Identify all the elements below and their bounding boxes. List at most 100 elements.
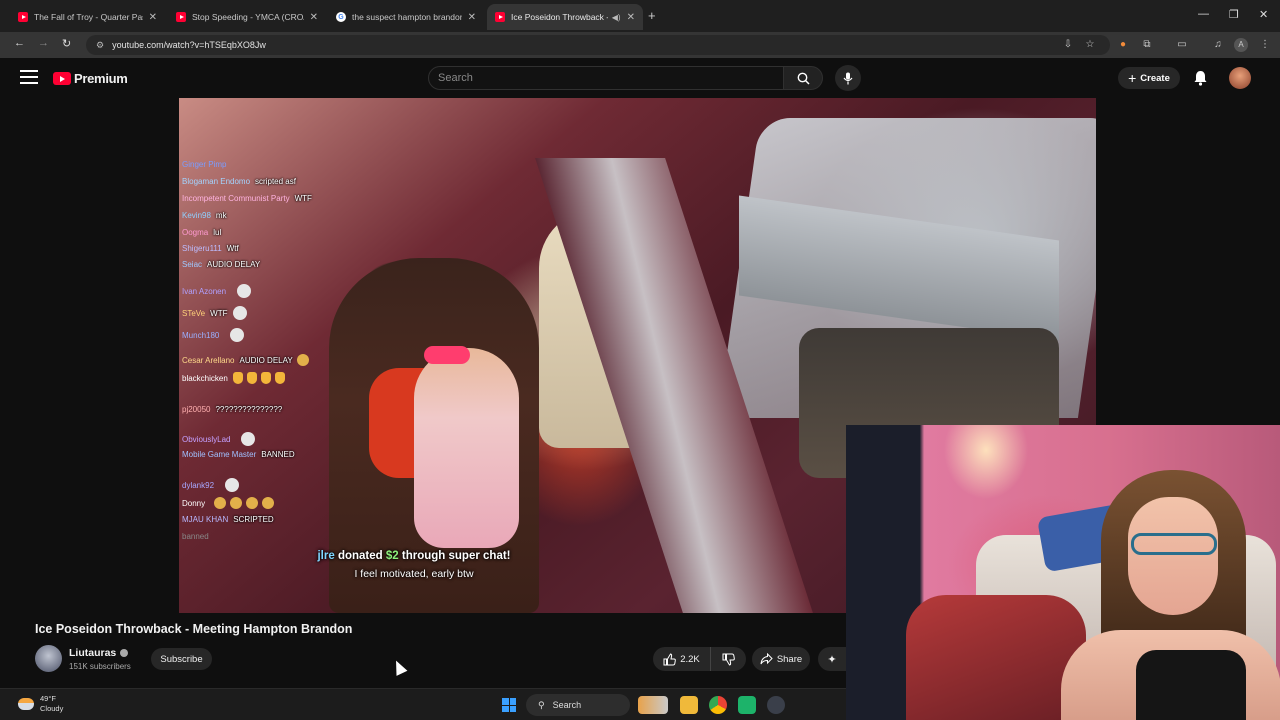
like-count: 2.2K [680, 653, 700, 665]
dislike-button[interactable] [711, 647, 746, 671]
superchat-message: I feel motivated, early btw [354, 568, 474, 580]
subscribe-button[interactable]: Subscribe [151, 648, 212, 670]
settings-gear-icon[interactable] [767, 696, 785, 714]
reload-icon[interactable]: ↻ [62, 37, 71, 50]
chat-message: Incompetent Communist Party WTF [182, 194, 312, 203]
app-icon[interactable] [738, 696, 756, 714]
search-icon: ⚲ [538, 699, 545, 710]
browser-tab[interactable]: Stop Speeding - YMCA (CROAC ✕ [168, 4, 326, 30]
chat-username: pj20050 [182, 405, 211, 414]
search-icon [797, 72, 810, 85]
windows-start-icon[interactable] [502, 698, 516, 712]
address-bar[interactable]: ⚙ youtube.com/watch?v=hTSEqbXO8Jw [86, 35, 1110, 55]
webcam-overlay [846, 425, 1280, 720]
chat-username: Shigeru111 [182, 244, 222, 253]
chat-message: Blogaman Endomo scripted asf [182, 177, 296, 186]
back-icon[interactable]: ← [14, 37, 25, 49]
chat-message: Cesar Arellano AUDIO DELAY [182, 354, 309, 366]
browser-tab-active[interactable]: Ice Poseidon Throwback - N ◀) ✕ [487, 4, 643, 30]
emote-icon [233, 306, 248, 320]
close-tab-icon[interactable]: ✕ [149, 12, 157, 23]
side-panel-icon[interactable]: ▭ [1175, 38, 1189, 52]
notifications-bell-icon[interactable] [1193, 70, 1208, 86]
extensions-puzzle-icon[interactable]: ⧉ [1140, 38, 1154, 52]
taskbar-search[interactable]: ⚲ Search [526, 694, 630, 716]
thumbs-down-icon [722, 653, 735, 666]
hamburger-menu-icon[interactable] [20, 70, 38, 84]
voice-search-button[interactable] [835, 65, 861, 91]
forward-icon[interactable]: → [38, 37, 49, 49]
chat-username: Donny [182, 498, 206, 508]
chat-username: MJAU KHAN [182, 515, 229, 524]
new-tab-button[interactable]: + [648, 8, 656, 23]
superchat-overlay: jlre donated $2 through super chat! I fe… [179, 550, 649, 580]
bookmark-star-icon[interactable]: ☆ [1083, 38, 1097, 52]
extension-icon[interactable]: ● [1116, 38, 1130, 52]
chat-username: STeVe [182, 308, 206, 318]
mouse-cursor-icon [390, 658, 408, 676]
superchat-text: donated [337, 550, 383, 562]
channel-name: Liutauras [69, 647, 117, 659]
chrome-icon[interactable] [709, 696, 727, 714]
tab-title: the suspect hampton brandon [352, 12, 462, 22]
channel-avatar[interactable] [35, 645, 62, 672]
youtube-premium-logo[interactable]: Premium [53, 71, 128, 86]
search-input[interactable]: Search [428, 66, 784, 90]
chat-text: ??????????????? [215, 405, 283, 414]
chat-message: MJAU KHAN SCRIPTED [182, 515, 274, 524]
close-tab-icon[interactable]: ✕ [468, 12, 476, 23]
youtube-icon [495, 12, 505, 22]
chat-username: Oogma [182, 228, 209, 237]
restore-icon[interactable]: ❐ [1229, 8, 1239, 21]
minimize-icon[interactable]: — [1198, 8, 1209, 20]
site-info-icon[interactable]: ⚙ [96, 40, 104, 51]
chat-message: Oogma lul [182, 228, 221, 237]
tab-title: Stop Speeding - YMCA (CROAC [192, 12, 304, 22]
chat-text: lul [213, 228, 222, 237]
more-menu-icon[interactable]: ⋮ [1258, 38, 1272, 52]
chat-text: SCRIPTED [233, 515, 274, 524]
close-tab-icon[interactable]: ✕ [627, 12, 635, 23]
chat-message: pj20050??????????????? [182, 405, 282, 414]
chat-message: Kevin98 mk [182, 211, 227, 220]
chat-username: Cesar Arellano [182, 355, 235, 365]
webcam-glasses [1131, 533, 1217, 555]
clip-button[interactable]: ✦ [818, 647, 846, 671]
video-title: Ice Poseidon Throwback - Meeting Hampton… [35, 622, 353, 636]
file-explorer-icon[interactable] [680, 696, 698, 714]
chat-text: AUDIO DELAY [207, 260, 261, 269]
logo-text: Premium [74, 71, 128, 86]
chat-message: Donny [182, 497, 275, 509]
chat-username: Incompetent Communist Party [182, 194, 290, 203]
face-emoji-icon [262, 497, 275, 509]
youtube-masthead: Premium Search + Create [0, 58, 1280, 98]
search-button[interactable] [783, 66, 823, 90]
weather-temperature: 49°F [40, 694, 56, 703]
superchat-amount: $2 [385, 550, 399, 562]
install-icon[interactable]: ⇩ [1061, 38, 1075, 52]
widgets-icon[interactable] [638, 696, 668, 714]
share-button[interactable]: Share [752, 647, 810, 671]
superchat-text: through super chat! [401, 550, 511, 562]
user-avatar[interactable] [1229, 67, 1251, 89]
video-frame-baby [414, 348, 519, 548]
chat-text: Wtf [226, 244, 239, 253]
chat-text: WTF [210, 308, 228, 318]
video-frame-headband [424, 346, 470, 364]
channel-name-link[interactable]: Liutauras [69, 647, 129, 659]
browser-tab[interactable]: The Fall of Troy - Quarter Past ✕ [10, 4, 165, 30]
weather-condition: Cloudy [40, 704, 64, 713]
weather-widget[interactable]: 49°F Cloudy [18, 694, 63, 714]
close-tab-icon[interactable]: ✕ [310, 12, 318, 23]
browser-tab[interactable]: G the suspect hampton brandon ✕ [328, 4, 484, 30]
tab-title: The Fall of Troy - Quarter Past [34, 12, 143, 22]
chat-username: banned [182, 532, 209, 541]
media-icon[interactable]: ♫ [1211, 38, 1225, 52]
profile-icon[interactable]: A [1234, 38, 1248, 52]
superchat-line: jlre donated $2 through super chat! [179, 550, 649, 562]
like-button[interactable]: 2.2K [653, 647, 711, 671]
create-button[interactable]: + Create [1118, 67, 1180, 89]
close-window-icon[interactable]: ✕ [1259, 8, 1268, 21]
chat-text: WTF [294, 194, 312, 203]
speaker-icon[interactable]: ◀) [612, 13, 621, 22]
